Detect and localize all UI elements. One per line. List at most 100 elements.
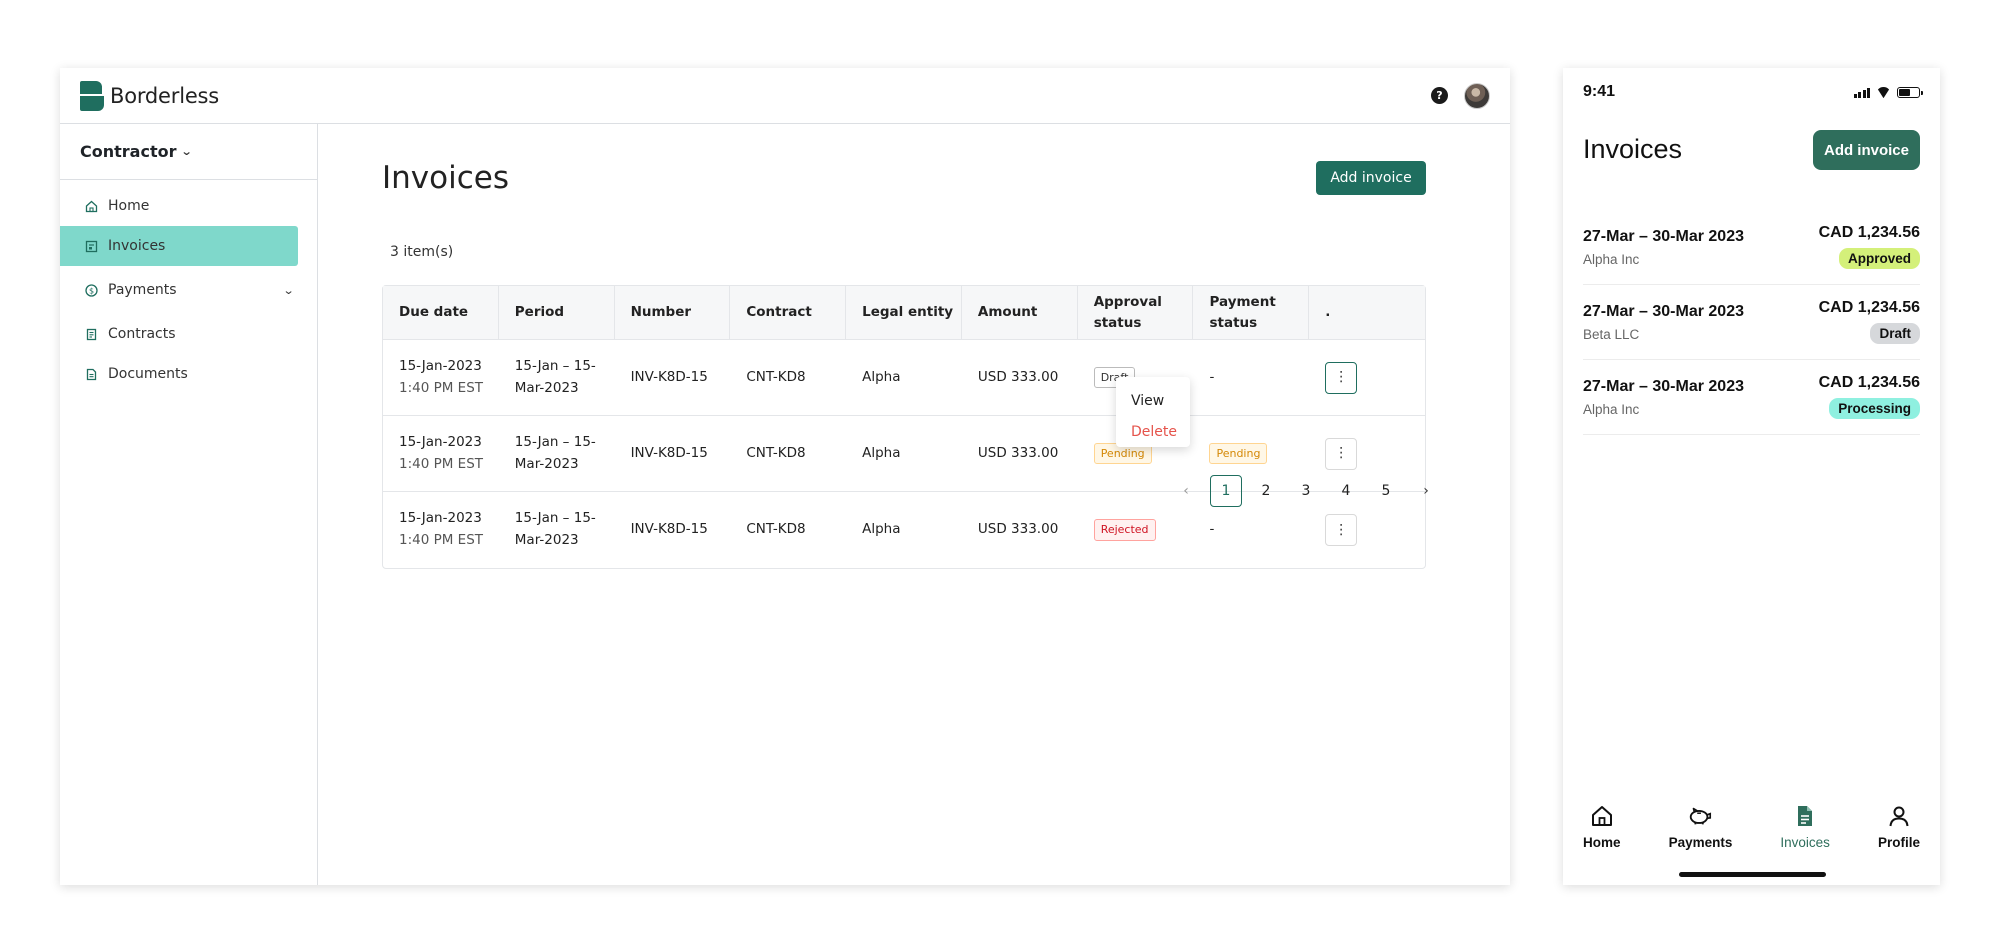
sidebar-item-invoices[interactable]: Invoices (60, 226, 298, 266)
status-badge: Rejected (1093, 519, 1156, 541)
period-end: Mar-2023 (514, 379, 579, 396)
column-header[interactable]: Legal entity (846, 286, 962, 339)
page-button[interactable]: 1 (1210, 475, 1242, 507)
contract-cell: CNT-KD8 (746, 521, 806, 538)
tab-profile[interactable]: Profile (1878, 803, 1920, 885)
invoice-period: 27-Mar – 30-Mar 2023 (1583, 228, 1744, 245)
add-invoice-button[interactable]: Add invoice (1316, 161, 1426, 195)
chevron-left-icon[interactable]: ‹ (1170, 475, 1202, 507)
role-switcher[interactable]: Contractor ⌄ (60, 124, 317, 180)
kebab-icon: ⋮ (1334, 445, 1349, 462)
help-icon[interactable]: ? (1431, 87, 1448, 104)
tab-label: Home (1583, 835, 1621, 850)
period-start: 15-Jan – 15- (514, 433, 596, 450)
avatar[interactable] (1464, 82, 1490, 109)
logo-mark-icon (80, 80, 104, 111)
page-title: Invoices (1583, 134, 1683, 164)
period-end: Mar-2023 (514, 455, 579, 472)
top-bar: Borderless ? (60, 68, 1510, 124)
home-indicator (1679, 872, 1826, 877)
due-date: 15-Jan-2023 (399, 433, 482, 450)
kebab-icon: ⋮ (1334, 369, 1349, 386)
page-button[interactable]: 4 (1330, 475, 1362, 507)
status-badge: Processing (1829, 398, 1920, 419)
actions-cell: ⋮ (1309, 514, 1425, 546)
signal-icon (1853, 87, 1870, 98)
legal-entity-cell: Alpha (862, 521, 901, 538)
list-item[interactable]: 27-Mar – 30-Mar 2023 Alpha Inc CAD 1,234… (1583, 210, 1920, 285)
list-item[interactable]: 27-Mar – 30-Mar 2023 Beta LLC CAD 1,234.… (1583, 285, 1920, 360)
number-cell: INV-K8D-15 (630, 368, 708, 385)
sidebar-nav: Home Invoices $ Payments ⌄ Contracts Doc… (60, 180, 317, 394)
delete-menu-item[interactable]: Delete (1116, 416, 1190, 447)
status-bar: 9:41 (1563, 68, 1940, 116)
sidebar-item-documents[interactable]: Documents (60, 354, 317, 394)
sidebar: Contractor ⌄ Home Invoices $ Payments ⌄ … (60, 124, 318, 885)
list-item[interactable]: 27-Mar – 30-Mar 2023 Alpha Inc CAD 1,234… (1583, 360, 1920, 435)
payment-status-cell: - (1209, 368, 1215, 385)
table-row[interactable]: 15-Jan-2023 1:40 PM EST 15-Jan – 15- Mar-2… (383, 340, 1425, 416)
sidebar-item-label: Invoices (108, 238, 166, 254)
sidebar-item-label: Home (108, 198, 150, 214)
sidebar-item-contracts[interactable]: Contracts (60, 314, 317, 354)
page-title: Invoices (382, 160, 509, 196)
due-date-cell: 15-Jan-2023 1:40 PM EST (383, 508, 499, 551)
more-actions-button[interactable]: ⋮ (1325, 437, 1358, 470)
payment-status-cell: - (1209, 521, 1215, 538)
status-badge: Pending (1209, 442, 1268, 465)
column-header[interactable]: Period (499, 286, 615, 339)
amount-cell: USD 333.00 (977, 521, 1059, 538)
chevron-down-icon[interactable]: ⌄ (282, 284, 294, 297)
period-cell: 15-Jan – 15- Mar-2023 (499, 356, 615, 399)
due-date-cell: 15-Jan-2023 1:40 PM EST (383, 432, 499, 475)
contract-cell: CNT-KD8 (746, 444, 806, 461)
piggy-bank-icon (1687, 803, 1713, 829)
person-icon (1886, 803, 1912, 829)
sidebar-item-home[interactable]: Home (60, 186, 317, 226)
column-header: . (1325, 304, 1331, 321)
number-cell: INV-K8D-15 (630, 521, 708, 538)
dollar-circle-icon: $ (85, 283, 98, 297)
sidebar-item-label: Documents (108, 366, 188, 382)
invoice-icon (1792, 803, 1818, 829)
invoice-amount: CAD 1,234.56 (1818, 224, 1920, 241)
column-header[interactable]: Payment status (1193, 286, 1310, 339)
more-actions-button[interactable]: ⋮ (1325, 514, 1358, 546)
invoice-list: 27-Mar – 30-Mar 2023 Alpha Inc CAD 1,234… (1583, 210, 1920, 435)
page-button[interactable]: 2 (1250, 475, 1282, 507)
column-header[interactable]: Due date (383, 286, 499, 339)
chevron-right-icon[interactable]: › (1410, 475, 1442, 507)
invoice-icon (85, 240, 98, 253)
chevron-down-icon: ⌄ (181, 145, 194, 158)
period-start: 15-Jan – 15- (514, 357, 596, 374)
page-button[interactable]: 5 (1370, 475, 1402, 507)
tab-label: Invoices (1780, 835, 1830, 850)
column-header[interactable]: Number (615, 286, 731, 339)
bottom-tab-bar: Home Payments Invoices Profile (1563, 785, 1940, 885)
legal-entity-cell: Alpha (862, 368, 901, 385)
contract-cell: CNT-KD8 (746, 368, 806, 385)
sidebar-item-label: Contracts (108, 326, 176, 342)
page-button[interactable]: 3 (1290, 475, 1322, 507)
amount-cell: USD 333.00 (977, 368, 1059, 385)
battery-icon (1897, 86, 1923, 98)
column-header[interactable]: Amount (962, 286, 1078, 339)
add-invoice-button[interactable]: Add invoice (1813, 130, 1920, 170)
brand-logo[interactable]: Borderless (80, 80, 219, 111)
number-cell: INV-K8D-15 (630, 444, 708, 461)
view-menu-item[interactable]: View (1116, 385, 1190, 416)
column-header[interactable]: Approval status (1078, 286, 1194, 339)
actions-cell: ⋮ (1309, 361, 1425, 394)
due-date: 15-Jan-2023 (399, 357, 482, 374)
sidebar-item-payments[interactable]: $ Payments ⌄ (60, 270, 317, 310)
column-header[interactable]: Contract (730, 286, 847, 339)
svg-text:$: $ (89, 286, 94, 295)
pagination: ‹ 1 2 3 4 5 › (1170, 475, 1442, 507)
row-action-menu: View Delete (1116, 377, 1190, 447)
tab-home[interactable]: Home (1583, 803, 1621, 885)
role-label: Contractor (80, 142, 177, 161)
item-count: 3 item(s) (390, 244, 454, 260)
contract-icon (85, 328, 98, 341)
due-time: 1:40 PM EST (399, 379, 484, 396)
more-actions-button[interactable]: ⋮ (1325, 361, 1358, 394)
